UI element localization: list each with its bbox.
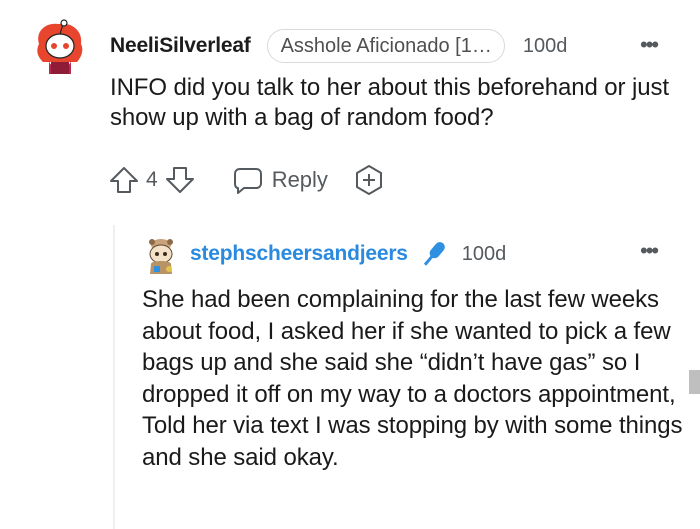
user-flair: Asshole Aficionado [1… [266, 29, 505, 63]
chat-bubble-icon [233, 168, 262, 194]
user-avatar-icon[interactable] [33, 18, 87, 76]
comment-username[interactable]: NeeliSilverleaf [110, 34, 251, 58]
add-award-icon[interactable] [352, 163, 386, 197]
thread-line[interactable] [113, 225, 115, 529]
reply-meta: stephscheersandjeers 100d [190, 238, 506, 270]
reply-age: 100d [461, 242, 507, 265]
comment-score: 4 [146, 168, 158, 191]
downvote-arrow-down-icon[interactable] [164, 164, 196, 196]
upvote-arrow-up-icon[interactable] [108, 164, 140, 196]
microphone-icon [423, 242, 445, 266]
reply-username[interactable]: stephscheersandjeers [190, 242, 408, 266]
reply-user-avatar-icon[interactable] [142, 236, 180, 276]
comment-body: INFO did you talk to her about this befo… [110, 74, 669, 131]
reply-button-label: Reply [271, 167, 328, 192]
reply-more-options-icon[interactable]: ••• [640, 240, 659, 262]
comment-age: 100d [522, 34, 568, 57]
reply-button[interactable]: Reply [232, 164, 328, 196]
scrollbar-thumb[interactable] [689, 370, 700, 394]
comment-action-bar: 4 Reply [108, 163, 386, 197]
comment-more-options-icon[interactable]: ••• [640, 34, 659, 56]
reply-body: She had been complaining for the last fe… [142, 286, 683, 471]
comment-meta: NeeliSilverleaf Asshole Aficionado [1… 1… [110, 28, 567, 64]
